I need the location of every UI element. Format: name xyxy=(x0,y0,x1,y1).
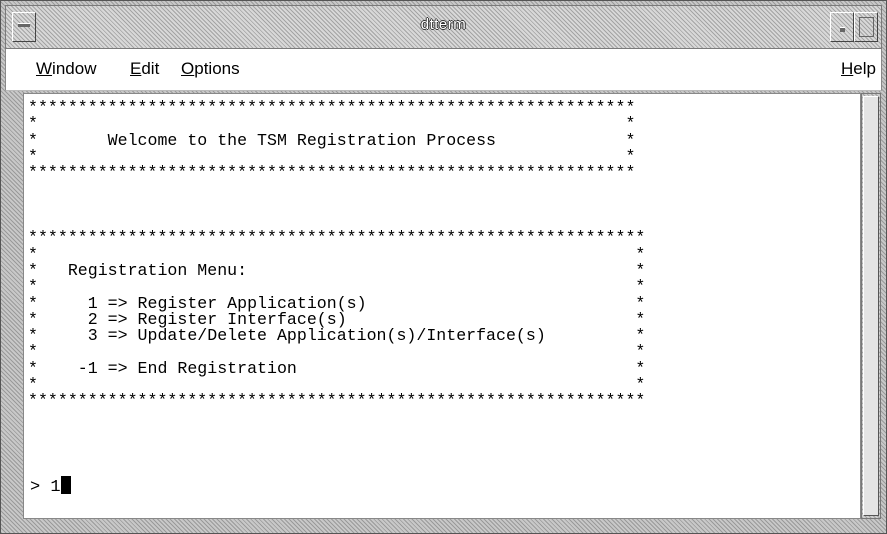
menu-help-label: elp xyxy=(853,59,876,78)
maximize-icon xyxy=(859,17,874,37)
menu-help-mnemonic: H xyxy=(841,59,854,78)
menu-window-mnemonic: W xyxy=(36,59,53,78)
minimize-icon xyxy=(840,27,845,32)
menu-options[interactable]: Options xyxy=(181,59,240,79)
terminal-output: ****************************************… xyxy=(28,99,646,411)
menu-window-label: indow xyxy=(52,59,97,78)
menu-window[interactable]: Window xyxy=(36,59,96,79)
terminal-line: ****************************************… xyxy=(28,163,636,183)
minimize-button[interactable] xyxy=(830,12,854,42)
terminal-line: ****************************************… xyxy=(28,391,646,411)
menu-edit[interactable]: Edit xyxy=(130,59,159,79)
menu-options-label: ptions xyxy=(194,59,240,78)
prompt-symbol: > xyxy=(30,478,51,497)
menu-edit-label: dit xyxy=(141,59,160,78)
vertical-scrollbar[interactable] xyxy=(861,93,881,519)
menu-help[interactable]: Help xyxy=(841,59,876,79)
maximize-button[interactable] xyxy=(854,12,878,42)
title-bar[interactable]: dtterm xyxy=(5,5,882,49)
text-cursor xyxy=(60,476,71,494)
menu-bar: Window Edit Options Help xyxy=(5,49,882,91)
menu-options-mnemonic: O xyxy=(181,59,195,78)
scrollbar-thumb[interactable] xyxy=(863,96,879,516)
prompt-input[interactable]: 1 xyxy=(50,478,60,497)
terminal-area[interactable]: ****************************************… xyxy=(23,93,861,519)
window-frame: dtterm Window Edit Options Help ********… xyxy=(0,0,887,534)
window-title: dtterm xyxy=(420,16,467,33)
prompt-line[interactable]: > 1 xyxy=(30,476,71,497)
menu-edit-mnemonic: E xyxy=(130,59,142,78)
